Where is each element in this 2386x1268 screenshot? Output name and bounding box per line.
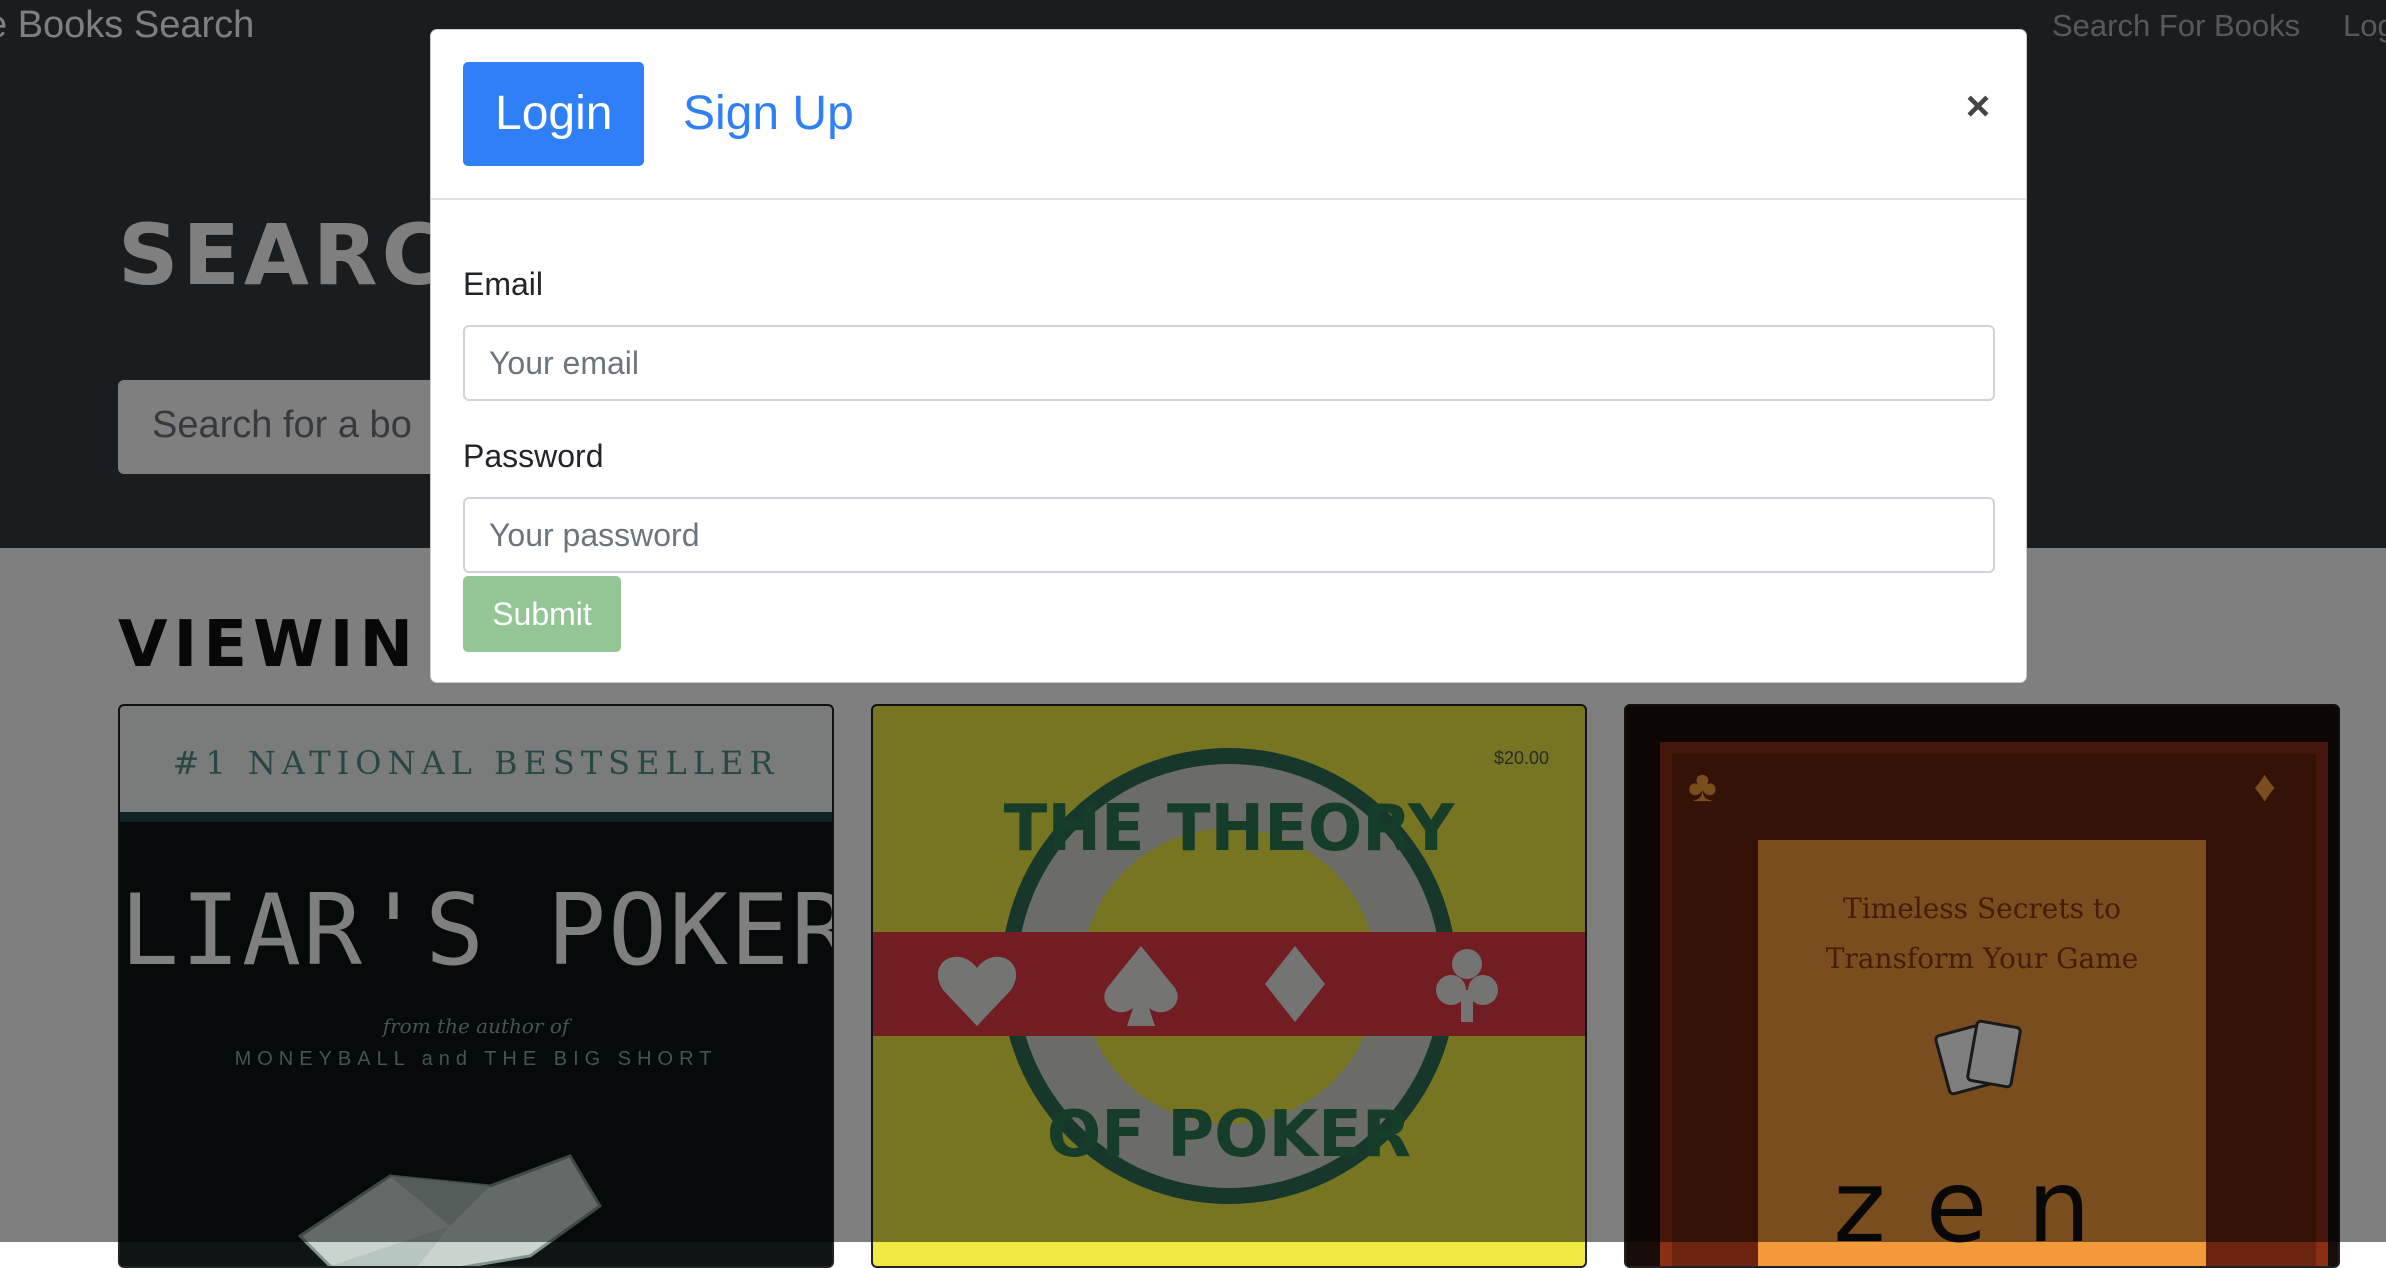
password-field[interactable] xyxy=(463,497,1995,573)
email-field[interactable] xyxy=(463,325,1995,401)
tab-sign-up[interactable]: Sign Up xyxy=(651,62,886,166)
email-label: Email xyxy=(463,266,544,302)
tab-login[interactable]: Login xyxy=(463,62,645,166)
password-label: Password xyxy=(463,438,604,474)
login-signup-modal: Login Sign Up × Email Password Submit xyxy=(430,29,2027,683)
modal-header: Login Sign Up × xyxy=(431,30,2026,200)
close-icon[interactable]: × xyxy=(1960,85,1996,127)
submit-button[interactable]: Submit xyxy=(463,576,621,652)
